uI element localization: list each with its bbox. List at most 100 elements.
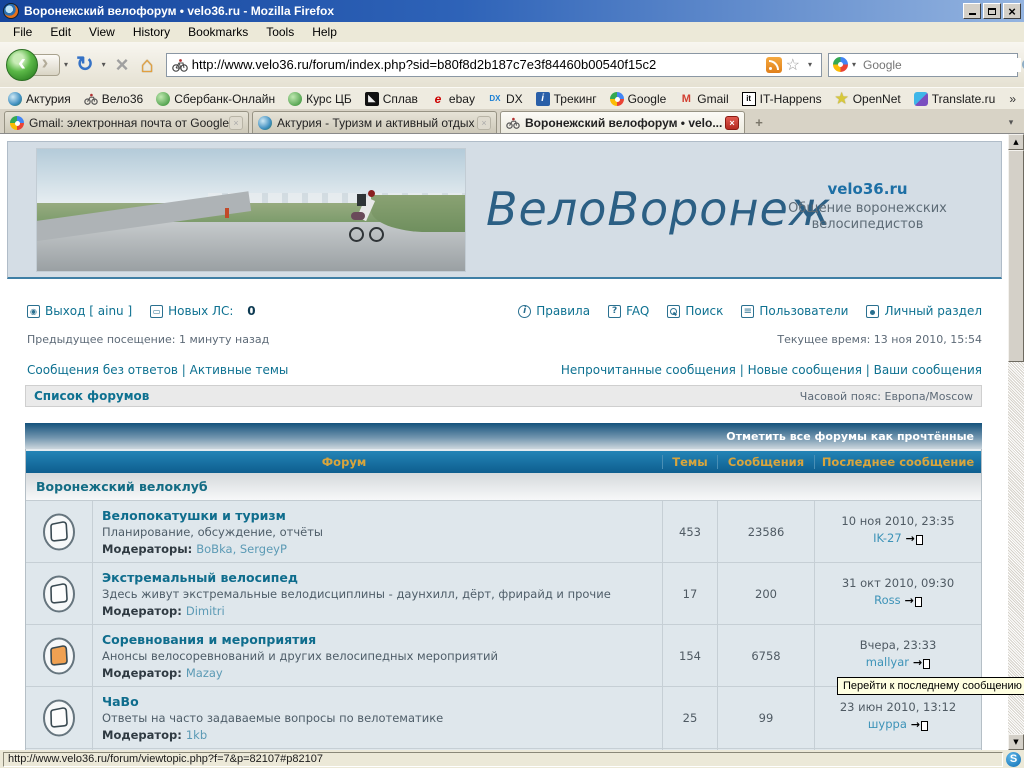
- url-bar[interactable]: [165, 52, 822, 77]
- bookmark-splav[interactable]: Сплав: [364, 91, 418, 106]
- tab-bar: Gmail: электронная почта от Google Актур…: [0, 109, 1024, 133]
- tab-close-icon[interactable]: [477, 115, 491, 130]
- moderator-link[interactable]: 1kb: [186, 728, 207, 742]
- unanswered-active-links[interactable]: Сообщения без ответов | Активные темы: [27, 363, 288, 377]
- menu-file[interactable]: File: [4, 23, 41, 41]
- ucp-link[interactable]: Личный раздел: [866, 304, 982, 318]
- bookmark-translate[interactable]: Translate.ru: [913, 91, 995, 106]
- last-post-user-link[interactable]: mallyar: [866, 655, 909, 669]
- url-input[interactable]: [191, 57, 766, 72]
- last-post-user-link[interactable]: шурра: [868, 717, 907, 731]
- posts-count: 99: [717, 687, 814, 748]
- bookmark-star-icon[interactable]: [782, 55, 804, 75]
- rss-icon[interactable]: [765, 56, 782, 73]
- posts-count: 200: [717, 563, 814, 624]
- close-button[interactable]: [1003, 3, 1021, 19]
- bookmark-sberbank[interactable]: Сбербанк-Онлайн: [156, 91, 275, 106]
- header-posts: Сообщения: [717, 455, 814, 469]
- last-post-user-link[interactable]: IK-27: [873, 531, 902, 545]
- menu-bookmarks[interactable]: Bookmarks: [179, 23, 257, 41]
- tab-gmail[interactable]: Gmail: электронная почта от Google: [4, 111, 249, 133]
- search-box[interactable]: [828, 52, 1024, 77]
- last-post-date: 10 ноя 2010, 23:35: [841, 514, 955, 528]
- private-messages-link[interactable]: Новых ЛС: 0: [150, 304, 256, 318]
- menu-edit[interactable]: Edit: [41, 23, 80, 41]
- bookmark-kurs-cb[interactable]: Курс ЦБ: [288, 91, 352, 106]
- bookmark-ebay[interactable]: ebay: [431, 92, 475, 106]
- reload-dropdown-icon[interactable]: [98, 60, 110, 69]
- stop-button[interactable]: [110, 52, 135, 78]
- logout-link[interactable]: Выход [ ainu ]: [27, 304, 132, 318]
- last-post-user-link[interactable]: Ross: [874, 593, 901, 607]
- logout-icon: [27, 304, 40, 318]
- vertical-scrollbar[interactable]: [1008, 134, 1024, 750]
- moderator-link[interactable]: Dimitri: [186, 604, 225, 618]
- forum-link[interactable]: ЧаВо: [102, 694, 139, 709]
- restore-button[interactable]: [983, 3, 1001, 19]
- goto-last-post-icon[interactable]: [913, 655, 931, 672]
- rules-link[interactable]: Правила: [518, 304, 590, 318]
- bookmark-velo36[interactable]: Вело36: [84, 92, 143, 106]
- bookmark-treking[interactable]: Трекинг: [535, 91, 597, 106]
- forum-description: Планирование, обсуждение, отчёты: [102, 525, 323, 539]
- table-row: Велопокатушки и туризм Планирование, обс…: [26, 501, 981, 563]
- search-icon: [667, 304, 681, 318]
- menu-help[interactable]: Help: [303, 23, 346, 41]
- forum-link[interactable]: Соревнования и мероприятия: [102, 632, 316, 647]
- goto-last-post-icon[interactable]: [911, 717, 929, 734]
- board-index-link[interactable]: Список форумов: [34, 389, 149, 403]
- menu-tools[interactable]: Tools: [257, 23, 303, 41]
- forum-link[interactable]: Велопокатушки и туризм: [102, 508, 286, 523]
- bookmark-google[interactable]: Google: [609, 91, 666, 106]
- mark-forums-read-link[interactable]: Отметить все форумы как прочтённые: [726, 430, 974, 443]
- tab-veloforum-active[interactable]: Воронежский велофорум • velo...: [500, 111, 745, 133]
- goto-last-post-icon[interactable]: [906, 531, 923, 548]
- status-bar: http://www.velo36.ru/forum/viewtopic.php…: [0, 750, 1024, 768]
- forum-table: Форум Темы Сообщения Последнее сообщение…: [25, 449, 982, 750]
- menu-view[interactable]: View: [80, 23, 124, 41]
- tab-close-icon[interactable]: [229, 115, 243, 130]
- bookmark-dx[interactable]: DX: [488, 92, 523, 106]
- unread-new-your-links[interactable]: Непрочитанные сообщения | Новые сообщени…: [561, 363, 982, 377]
- search-input[interactable]: [860, 57, 1022, 72]
- moderator-link[interactable]: Mazay: [186, 666, 223, 680]
- back-button[interactable]: [6, 48, 38, 81]
- bookmark-akturia[interactable]: Актурия: [8, 91, 71, 106]
- topics-count: 25: [662, 687, 717, 748]
- home-button[interactable]: [135, 52, 160, 78]
- reload-button[interactable]: [72, 52, 98, 77]
- goto-last-post-icon[interactable]: [905, 593, 922, 610]
- skype-extension-icon[interactable]: [1006, 751, 1021, 767]
- tab-akturia[interactable]: Актурия - Туризм и активный отдых: [252, 111, 497, 133]
- members-link[interactable]: Пользователи: [741, 304, 848, 318]
- ebay-icon: [431, 92, 445, 106]
- header-photo: [36, 148, 466, 272]
- engine-dropdown-icon[interactable]: [848, 60, 860, 69]
- tooltip: Перейти к последнему сообщению: [837, 677, 1024, 695]
- scroll-up-icon[interactable]: [1008, 134, 1024, 150]
- pm-count: 0: [247, 304, 256, 318]
- moderator-link[interactable]: BoBka, SergeyP: [196, 542, 287, 556]
- forum-link[interactable]: Экстремальный велосипед: [102, 570, 298, 585]
- minimize-button[interactable]: [963, 3, 981, 19]
- faq-link[interactable]: FAQ: [608, 304, 649, 318]
- timezone-text: Часовой пояс: Европа/Moscow: [799, 389, 973, 403]
- bookmark-opennet[interactable]: OpenNet: [835, 92, 901, 106]
- menu-history[interactable]: History: [124, 23, 179, 41]
- bookmark-it-happens[interactable]: IT-Happens: [741, 91, 822, 106]
- scrollbar-thumb[interactable]: [1008, 150, 1024, 362]
- scroll-down-icon[interactable]: [1008, 734, 1024, 750]
- bookmark-gmail[interactable]: Gmail: [679, 92, 728, 106]
- url-dropdown-icon[interactable]: [804, 60, 816, 69]
- google-engine-icon[interactable]: [833, 57, 848, 72]
- tab-list-dropdown-icon[interactable]: [1002, 113, 1020, 131]
- tab-close-icon[interactable]: [725, 115, 739, 130]
- search-link[interactable]: Поиск: [667, 304, 723, 318]
- history-dropdown-icon[interactable]: [60, 60, 72, 69]
- info-icon: [518, 304, 532, 318]
- star-icon: [835, 92, 849, 106]
- bookmarks-overflow-icon[interactable]: [1009, 92, 1016, 106]
- new-tab-button[interactable]: [748, 113, 770, 131]
- bookmarks-toolbar: Актурия Вело36 Сбербанк-Онлайн Курс ЦБ С…: [0, 87, 1024, 109]
- category-link[interactable]: Воронежский велоклуб: [36, 479, 208, 494]
